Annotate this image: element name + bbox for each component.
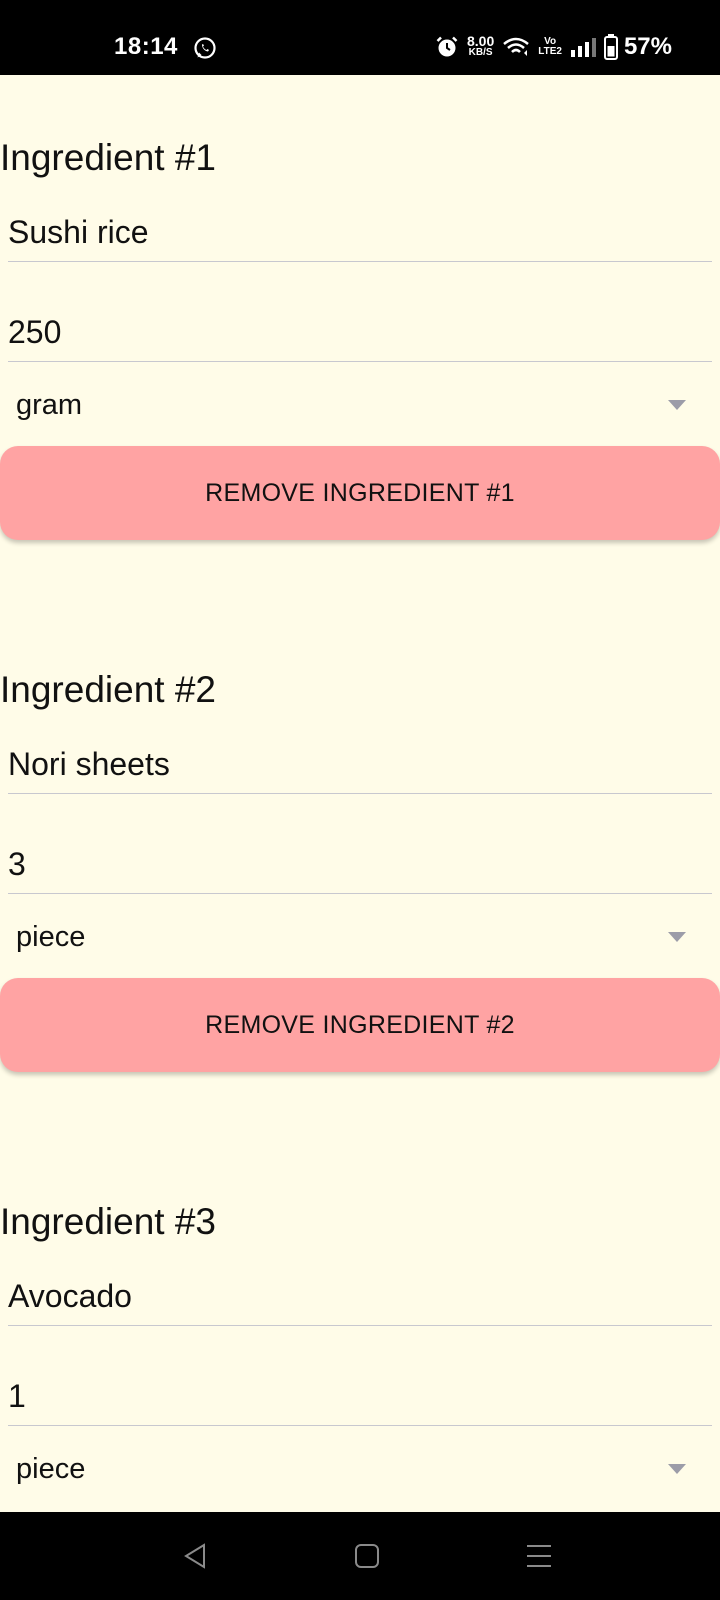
ingredient-unit-select[interactable]: piece (8, 909, 712, 965)
ingredient-quantity-value: 1 (8, 1378, 26, 1414)
ingredient-name-field[interactable]: Avocado (8, 1265, 712, 1326)
home-icon[interactable] (354, 1543, 380, 1569)
network-speed-value: 8.00 (466, 33, 495, 49)
network-speed: 8.00 KB/S (466, 33, 495, 58)
back-icon[interactable] (182, 1542, 208, 1570)
ingredient-name-field[interactable]: Sushi rice (8, 201, 712, 262)
signal-icon (570, 38, 596, 57)
ingredient-title: Ingredient #1 (0, 137, 217, 178)
ingredient-quantity-value: 3 (8, 846, 26, 882)
remove-ingredient-button[interactable]: REMOVE INGREDIENT #1 (0, 446, 720, 540)
ingredient-quantity-field[interactable]: 1 (8, 1365, 712, 1426)
chevron-down-icon (668, 932, 686, 942)
ingredient-quantity-field[interactable]: 3 (8, 833, 712, 894)
navigation-bar (0, 1512, 720, 1600)
ingredient-name-value: Sushi rice (8, 214, 149, 250)
status-bar: 18:14 8.00 KB/S Vo LTE2 57% (0, 0, 720, 75)
volte-indicator: Vo LTE2 (538, 37, 562, 57)
volte-bottom: LTE2 (538, 46, 562, 57)
chevron-down-icon (668, 1464, 686, 1474)
status-indicators: 8.00 KB/S Vo LTE2 57% (435, 31, 672, 63)
ingredient-unit-select[interactable]: gram (8, 377, 712, 433)
battery-icon (603, 34, 618, 60)
wifi-icon (503, 37, 530, 56)
ingredient-unit-value: piece (16, 1453, 86, 1485)
ingredient-name-field[interactable]: Nori sheets (8, 733, 712, 794)
ingredient-unit-value: gram (16, 389, 83, 421)
ingredient-quantity-field[interactable]: 250 (8, 301, 712, 362)
network-speed-unit: KB/S (468, 47, 493, 58)
remove-ingredient-button[interactable]: REMOVE INGREDIENT #2 (0, 978, 720, 1072)
ingredient-name-value: Nori sheets (8, 746, 170, 782)
ingredient-unit-select[interactable]: piece (8, 1441, 712, 1497)
alarm-icon (436, 36, 458, 57)
ingredient-title: Ingredient #2 (0, 669, 217, 710)
recents-icon[interactable] (526, 1542, 552, 1570)
ingredient-name-value: Avocado (8, 1278, 132, 1314)
chevron-down-icon (668, 400, 686, 410)
ingredient-title: Ingredient #3 (0, 1201, 217, 1242)
ingredient-quantity-value: 250 (8, 314, 62, 350)
ingredient-list: Ingredient #1 Sushi rice 250 gram REMOVE… (0, 75, 720, 1512)
ingredient-unit-value: piece (16, 921, 86, 953)
status-time: 18:14 (114, 33, 178, 60)
whatsapp-icon (194, 37, 216, 59)
battery-percentage: 57% (623, 33, 672, 60)
